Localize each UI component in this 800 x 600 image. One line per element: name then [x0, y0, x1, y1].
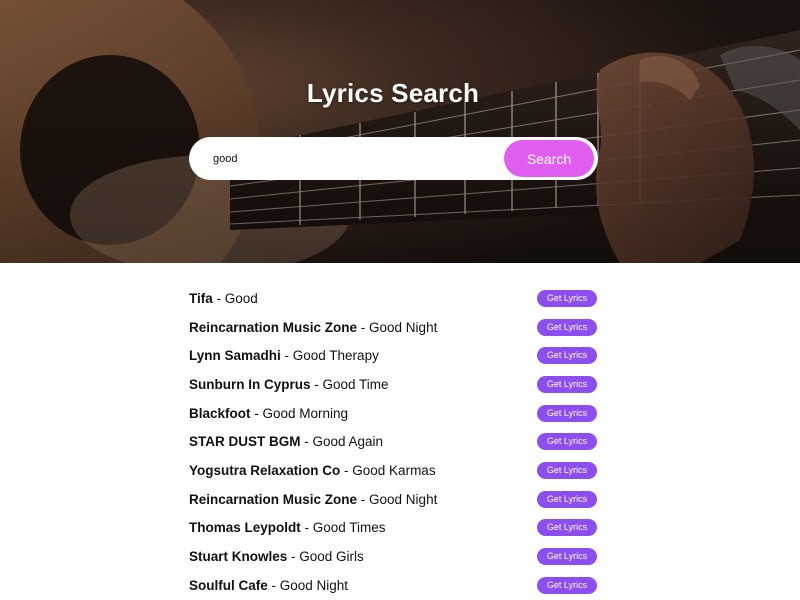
get-lyrics-button[interactable]: Get Lyrics [537, 404, 597, 422]
song-title: Reincarnation Music Zone - Good Night [189, 492, 437, 507]
separator: - [300, 434, 313, 450]
list-item: Soulful Cafe - Good Night Get Lyrics [189, 571, 597, 600]
song-title: Blackfoot - Good Morning [189, 406, 348, 421]
song-name: Good Therapy [292, 348, 379, 364]
results-list: Tifa - Good Get Lyrics Reincarnation Mus… [189, 284, 597, 600]
list-item: Reincarnation Music Zone - Good Night Ge… [189, 485, 597, 514]
song-title: Thomas Leypoldt - Good Times [189, 520, 386, 535]
list-item: Lynn Samadhi - Good Therapy Get Lyrics [189, 341, 597, 370]
separator: - [310, 376, 323, 392]
song-title: Stuart Knowles - Good Girls [189, 549, 364, 564]
separator: - [300, 520, 313, 536]
get-lyrics-button[interactable]: Get Lyrics [537, 548, 597, 566]
song-title: Reincarnation Music Zone - Good Night [189, 320, 437, 335]
artist-name: Reincarnation Music Zone [189, 319, 358, 335]
list-item: Stuart Knowles - Good Girls Get Lyrics [189, 542, 597, 571]
artist-name: STAR DUST BGM [189, 434, 301, 450]
song-name: Good Night [369, 319, 438, 335]
song-title: STAR DUST BGM - Good Again [189, 434, 383, 449]
page-title: Lyrics Search [306, 78, 480, 108]
list-item: STAR DUST BGM - Good Again Get Lyrics [189, 427, 597, 456]
song-title: Yogsutra Relaxation Co - Good Karmas [189, 463, 436, 478]
song-name: Good Morning [262, 405, 349, 421]
artist-name: Stuart Knowles [189, 549, 288, 565]
separator: - [267, 577, 280, 593]
song-name: Good Girls [299, 549, 364, 565]
separator: - [287, 549, 300, 565]
get-lyrics-button[interactable]: Get Lyrics [537, 461, 597, 479]
get-lyrics-button[interactable]: Get Lyrics [537, 576, 597, 594]
song-name: Good Night [369, 491, 438, 507]
song-title: Lynn Samadhi - Good Therapy [189, 348, 379, 363]
get-lyrics-button[interactable]: Get Lyrics [537, 289, 597, 307]
artist-name: Blackfoot [189, 405, 251, 421]
separator: - [357, 491, 370, 507]
search-input[interactable] [189, 137, 509, 180]
artist-name: Lynn Samadhi [189, 348, 281, 364]
get-lyrics-button[interactable]: Get Lyrics [537, 519, 597, 537]
get-lyrics-button[interactable]: Get Lyrics [537, 375, 597, 393]
search-form: Search [189, 137, 598, 180]
song-name: Good Karmas [352, 462, 436, 478]
separator: - [212, 290, 225, 306]
artist-name: Sunburn In Cyprus [189, 376, 311, 392]
get-lyrics-button[interactable]: Get Lyrics [537, 490, 597, 508]
separator: - [357, 319, 370, 335]
song-title: Sunburn In Cyprus - Good Time [189, 377, 389, 392]
separator: - [250, 405, 263, 421]
list-item: Sunburn In Cyprus - Good Time Get Lyrics [189, 370, 597, 399]
list-item: Blackfoot - Good Morning Get Lyrics [189, 399, 597, 428]
get-lyrics-button[interactable]: Get Lyrics [537, 318, 597, 336]
hero-header: Lyrics Search Search [0, 0, 800, 263]
artist-name: Thomas Leypoldt [189, 520, 301, 536]
list-item: Yogsutra Relaxation Co - Good Karmas Get… [189, 456, 597, 485]
list-item: Thomas Leypoldt - Good Times Get Lyrics [189, 514, 597, 543]
guitar-background-image [0, 0, 800, 263]
song-title: Tifa - Good [189, 291, 258, 306]
search-button[interactable]: Search [504, 140, 594, 177]
artist-name: Yogsutra Relaxation Co [189, 462, 341, 478]
song-name: Good [224, 290, 258, 306]
artist-name: Reincarnation Music Zone [189, 491, 358, 507]
get-lyrics-button[interactable]: Get Lyrics [537, 433, 597, 451]
song-name: Good Times [312, 520, 386, 536]
song-name: Good Time [322, 376, 389, 392]
list-item: Tifa - Good Get Lyrics [189, 284, 597, 313]
separator: - [340, 462, 353, 478]
artist-name: Tifa [189, 290, 213, 306]
song-name: Good Night [279, 577, 349, 593]
song-title: Soulful Cafe - Good Night [189, 578, 348, 593]
artist-name: Soulful Cafe [189, 577, 268, 593]
separator: - [280, 348, 293, 364]
get-lyrics-button[interactable]: Get Lyrics [537, 347, 597, 365]
list-item: Reincarnation Music Zone - Good Night Ge… [189, 313, 597, 342]
song-name: Good Again [312, 434, 384, 450]
